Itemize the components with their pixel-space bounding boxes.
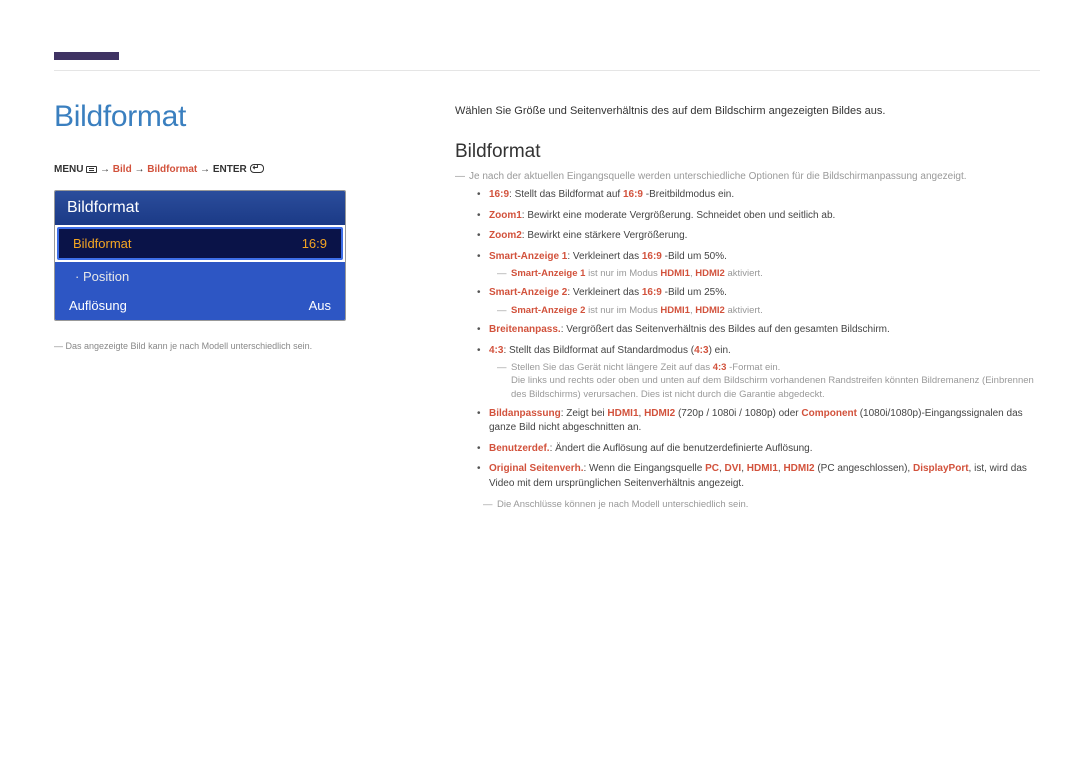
osd-panel: Bildformat Bildformat 16:9 Position Aufl… (54, 190, 346, 321)
panel-disclaimer: Das angezeigte Bild kann je nach Modell … (54, 341, 374, 351)
right-column: Wählen Sie Größe und Seitenverhältnis de… (455, 105, 1040, 510)
header-divider (54, 70, 1040, 71)
option-smart2-note: Smart-Anzeige 2 ist nur im Modus HDMI1, … (499, 304, 1040, 317)
panel-title: Bildformat (55, 191, 345, 225)
menu-icon (86, 166, 97, 173)
option-benutzerdef: Benutzerdef.: Ändert die Auflösung auf d… (477, 442, 1040, 457)
option-bildanpassung: Bildanpassung: Zeigt bei HDMI1, HDMI2 (7… (477, 407, 1040, 436)
option-zoom2: Zoom2: Bewirkt eine stärkere Vergrößerun… (477, 229, 1040, 244)
final-note: Die Anschlüsse können je nach Modell unt… (485, 499, 1040, 510)
panel-row-bildformat[interactable]: Bildformat 16:9 (57, 227, 343, 260)
page-title: Bildformat (54, 100, 374, 134)
option-breitenanpass: Breitenanpass.: Vergrößert das Seitenver… (477, 323, 1040, 338)
option-smart2: Smart-Anzeige 2: Verkleinert das 16:9 -B… (477, 286, 1040, 317)
option-list: 16:9: Stellt das Bildformat auf 16:9 -Br… (477, 188, 1040, 491)
panel-row-position[interactable]: Position (55, 262, 345, 291)
option-4-3-warning: Stellen Sie das Gerät nicht längere Zeit… (499, 361, 1040, 401)
option-zoom1: Zoom1: Bewirkt eine moderate Vergrößerun… (477, 209, 1040, 224)
panel-row-label: Auflösung (69, 298, 127, 313)
breadcrumb-enter: ENTER (213, 164, 247, 175)
panel-row-aufloesung[interactable]: Auflösung Aus (55, 291, 345, 320)
panel-row-label: Position (75, 269, 129, 284)
option-smart1: Smart-Anzeige 1: Verkleinert das 16:9 -B… (477, 250, 1040, 281)
panel-row-value: Aus (309, 298, 331, 313)
breadcrumb-bildformat: Bildformat (147, 164, 197, 175)
option-4-3: 4:3: Stellt das Bildformat auf Standardm… (477, 344, 1040, 401)
breadcrumb-bild: Bild (113, 164, 132, 175)
header-accent (54, 52, 119, 60)
breadcrumb: MENU → Bild → Bildformat → ENTER (54, 164, 374, 175)
left-column: Bildformat MENU → Bild → Bildformat → EN… (54, 100, 374, 351)
option-16-9: 16:9: Stellt das Bildformat auf 16:9 -Br… (477, 188, 1040, 203)
breadcrumb-menu: MENU (54, 164, 83, 175)
panel-row-label: Bildformat (73, 236, 132, 251)
intro-text: Wählen Sie Größe und Seitenverhältnis de… (455, 105, 1040, 117)
top-note: Je nach der aktuellen Eingangsquelle wer… (459, 171, 1040, 182)
option-original-seitenverh: Original Seitenverh.: Wenn die Eingangsq… (477, 462, 1040, 491)
enter-icon (250, 164, 264, 173)
option-smart1-note: Smart-Anzeige 1 ist nur im Modus HDMI1, … (499, 267, 1040, 280)
section-heading: Bildformat (455, 141, 1040, 163)
panel-row-value: 16:9 (302, 236, 327, 251)
